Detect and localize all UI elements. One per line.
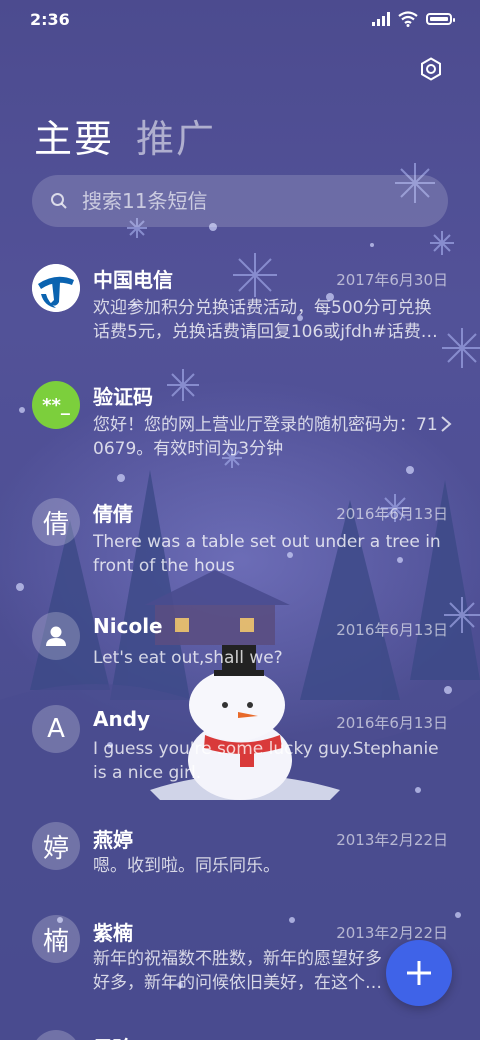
conversation-name: 紫楠	[93, 921, 133, 945]
avatar: **_	[32, 381, 80, 429]
conversation-item-andy[interactable]: A Andy 2016年6月13日 I guess you're some lu…	[0, 703, 480, 813]
avatar: 楠	[32, 915, 80, 963]
conversation-preview: 嗯。收到啦。同乐同乐。	[93, 856, 280, 876]
new-message-button[interactable]	[386, 940, 452, 1006]
conversation-date: 2013年2月22日	[336, 831, 448, 849]
conversation-item-verification-code[interactable]: **_ 验证码 您好！您的网上营业厅登录的随机密码为：710679。有效时间为3…	[0, 375, 480, 485]
conversation-name: Andy	[93, 707, 151, 731]
conversation-date: 2016年6月13日	[336, 714, 448, 732]
conversation-name: 倩倩	[93, 502, 133, 526]
conversation-list: 中国电信 2017年6月30日 欢迎参加积分兑换话费活动，每500分可兑换话费5…	[0, 0, 480, 1040]
conversation-date: 2016年6月13日	[336, 505, 448, 523]
avatar: 倩	[32, 498, 80, 546]
conversation-preview: 您好！您的网上营业厅登录的随机密码为：710679。有效时间为3分钟	[93, 415, 438, 459]
conversation-name: 燕婷	[93, 828, 133, 852]
conversation-name: 验证码	[93, 385, 153, 409]
plus-icon	[407, 961, 431, 985]
conversation-preview: I guess you're some lucky guy.Stephanie …	[93, 739, 439, 783]
avatar: A	[32, 705, 80, 753]
conversation-name: 中国电信	[93, 268, 173, 292]
conversation-name: Nicole	[93, 614, 163, 638]
conversation-preview: Let's eat out,shall we?	[93, 648, 283, 668]
conversation-date: 2016年6月13日	[336, 621, 448, 639]
chevron-right-icon	[441, 416, 452, 432]
avatar: 婷	[32, 822, 80, 870]
conversation-item-china-telecom[interactable]: 中国电信 2017年6月30日 欢迎参加积分兑换话费活动，每500分可兑换话费5…	[0, 258, 480, 368]
conversation-item-partial[interactable]: 子玲	[0, 1028, 480, 1040]
conversation-preview: 新年的祝福数不胜数，新年的愿望好多好多，新年的问候依旧美好，在这个温馨的时刻…	[93, 949, 382, 993]
conversation-item-qianqian[interactable]: 倩 倩倩 2016年6月13日 There was a table set ou…	[0, 492, 480, 602]
person-icon	[32, 612, 80, 660]
conversation-date: 2017年6月30日	[336, 271, 448, 289]
conversation-name: 子玲	[93, 1032, 133, 1040]
avatar	[32, 1030, 80, 1040]
conversation-date: 2013年2月22日	[336, 924, 448, 942]
china-telecom-logo	[32, 264, 80, 312]
conversation-preview: 欢迎参加积分兑换话费活动，每500分可兑换话费5元，兑换话费请回复106或jfd…	[93, 298, 438, 342]
conversation-preview: There was a table set out under a tree i…	[93, 532, 441, 576]
